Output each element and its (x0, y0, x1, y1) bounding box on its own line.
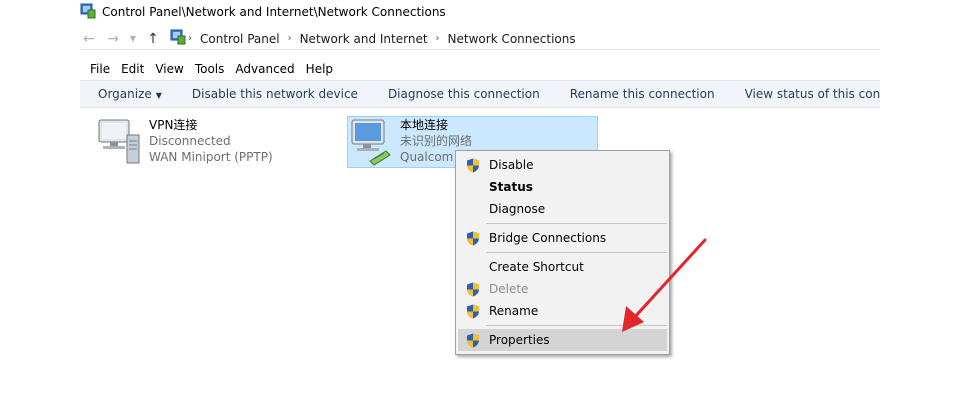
menu-advanced[interactable]: Advanced (235, 62, 294, 76)
context-menu-properties[interactable]: Properties (458, 329, 667, 351)
command-bar: Organize ▼ Disable this network device Di… (80, 80, 880, 108)
context-menu-status[interactable]: Status (456, 176, 669, 198)
menu-edit[interactable]: Edit (121, 62, 144, 76)
menu-view[interactable]: View (155, 62, 183, 76)
breadcrumb-control-panel[interactable]: Control Panel (200, 32, 280, 46)
context-menu-label: Create Shortcut (489, 260, 584, 274)
context-menu-label: Delete (489, 282, 529, 296)
chevron-down-icon: ▼ (155, 91, 162, 100)
control-panel-small-icon (170, 29, 186, 48)
connection-name: VPN连接 (149, 118, 198, 132)
local-connection-icon (348, 117, 394, 167)
connection-status: 未识别的网络 (400, 134, 473, 148)
context-menu-create-shortcut[interactable]: Create Shortcut (456, 256, 669, 278)
title-bar: Control Panel\Network and Internet\Netwo… (80, 3, 446, 21)
context-menu-separator (486, 325, 667, 326)
context-menu-label: Disable (489, 158, 534, 172)
organize-button[interactable]: Organize ▼ (80, 87, 177, 101)
organize-label: Organize (98, 87, 152, 101)
window-title: Control Panel\Network and Internet\Netwo… (102, 5, 446, 19)
menu-tools[interactable]: Tools (195, 62, 225, 76)
context-menu-delete: Delete (456, 278, 669, 300)
context-menu: Disable Status Diagnose Bridge Connectio… (455, 150, 670, 355)
uac-shield-icon (466, 231, 480, 249)
rename-connection-button[interactable]: Rename this connection (555, 87, 730, 101)
breadcrumb-network-and-internet[interactable]: Network and Internet (300, 32, 428, 46)
connection-name: 本地连接 (400, 118, 449, 132)
context-menu-label: Bridge Connections (489, 231, 607, 245)
context-menu-label: Properties (489, 333, 550, 347)
up-arrow-icon[interactable]: ↑ (144, 30, 162, 48)
uac-shield-icon (466, 304, 480, 322)
connection-status: Disconnected (149, 134, 231, 148)
menu-bar: File Edit View Tools Advanced Help (80, 60, 880, 78)
menu-help[interactable]: Help (306, 62, 333, 76)
connection-item-vpn[interactable]: VPN连接 Disconnected WAN Miniport (PPTP) (97, 117, 297, 169)
back-arrow-icon[interactable]: ← (80, 30, 98, 48)
recent-locations-chevron-icon[interactable]: ▼ (128, 30, 138, 48)
context-menu-label: Rename (489, 304, 539, 318)
context-menu-rename[interactable]: Rename (456, 300, 669, 322)
vpn-connection-icon (97, 117, 143, 167)
context-menu-label: Diagnose (489, 202, 546, 216)
address-bar: ← → ▼ ↑ › Control Panel › Network and In… (80, 28, 880, 50)
uac-shield-icon (466, 158, 480, 176)
connection-device: WAN Miniport (PPTP) (149, 150, 273, 164)
diagnose-connection-button[interactable]: Diagnose this connection (373, 87, 555, 101)
breadcrumb[interactable]: › Control Panel › Network and Internet ›… (170, 29, 582, 48)
view-status-button[interactable]: View status of this connection (730, 87, 880, 101)
breadcrumb-separator-icon: › (435, 33, 440, 44)
breadcrumb-network-connections[interactable]: Network Connections (448, 32, 576, 46)
context-menu-bridge-connections[interactable]: Bridge Connections (456, 227, 669, 249)
disable-device-button[interactable]: Disable this network device (177, 87, 373, 101)
menu-file[interactable]: File (90, 62, 110, 76)
uac-shield-icon (466, 333, 480, 351)
forward-arrow-icon[interactable]: → (104, 30, 122, 48)
context-menu-label: Status (489, 180, 533, 194)
context-menu-disable[interactable]: Disable (456, 154, 669, 176)
context-menu-separator (486, 223, 667, 224)
breadcrumb-separator-icon: › (287, 33, 292, 44)
breadcrumb-separator-icon: › (188, 33, 192, 44)
context-menu-separator (486, 252, 667, 253)
uac-shield-icon (466, 282, 480, 300)
control-panel-icon (80, 3, 96, 22)
context-menu-diagnose[interactable]: Diagnose (456, 198, 669, 220)
vpn-connection-text: VPN连接 Disconnected WAN Miniport (PPTP) (149, 117, 273, 169)
